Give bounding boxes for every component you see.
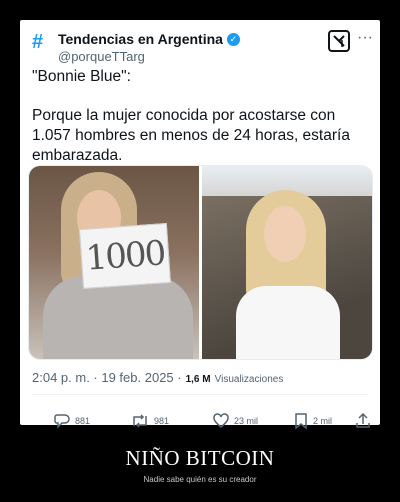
grok-icon[interactable] bbox=[328, 30, 350, 52]
photo-shirt bbox=[236, 286, 340, 359]
share-button[interactable] bbox=[355, 412, 371, 430]
hashtag-icon[interactable]: # bbox=[32, 32, 50, 52]
tweet-meta: 2:04 p. m. · 19 feb. 2025 · 1,6 M Visual… bbox=[32, 370, 283, 385]
display-name-text[interactable]: Tendencias en Argentina bbox=[58, 31, 223, 47]
bookmark-icon bbox=[295, 413, 307, 430]
like-icon bbox=[213, 413, 229, 428]
reply-button[interactable]: 881 bbox=[53, 412, 90, 430]
views-label[interactable]: Visualizaciones bbox=[215, 374, 284, 385]
bookmark-count: 2 mil bbox=[313, 416, 333, 426]
tweet-text-line1: "Bonnie Blue": bbox=[32, 68, 131, 85]
photo-face bbox=[264, 206, 306, 262]
action-bar: 881 981 23 mil 2 mil bbox=[20, 412, 380, 432]
tweet-text-body: Porque la mujer conocida por acostarse c… bbox=[32, 107, 350, 164]
photo-right[interactable] bbox=[202, 166, 372, 359]
user-handle[interactable]: @porqueTTarg bbox=[58, 49, 145, 64]
tweet-media[interactable]: 1000 bbox=[28, 165, 373, 360]
tweet-card: # Tendencias en Argentina ✓ @porqueTTarg… bbox=[20, 20, 380, 430]
footer-title[interactable]: NIÑO BITCOIN bbox=[0, 446, 400, 471]
photo-left[interactable]: 1000 bbox=[29, 166, 199, 359]
grok-glyph bbox=[333, 35, 345, 47]
footer-subtitle: Nadie sabe quién es su creador bbox=[143, 475, 257, 484]
display-name[interactable]: Tendencias en Argentina ✓ bbox=[58, 31, 240, 47]
verified-badge-icon: ✓ bbox=[226, 32, 240, 46]
like-count: 23 mil bbox=[234, 416, 259, 426]
reply-count: 881 bbox=[75, 416, 91, 426]
timestamp[interactable]: 2:04 p. m. · 19 feb. 2025 · bbox=[32, 370, 182, 385]
more-icon[interactable]: ··· bbox=[357, 30, 373, 46]
retweet-button[interactable]: 981 bbox=[130, 412, 169, 430]
divider bbox=[32, 394, 368, 395]
views-count: 1,6 M bbox=[185, 374, 211, 385]
share-icon bbox=[356, 412, 370, 428]
bookmark-button[interactable]: 2 mil bbox=[293, 412, 332, 430]
like-button[interactable]: 23 mil bbox=[212, 412, 258, 430]
retweet-count: 981 bbox=[154, 416, 170, 426]
reply-icon bbox=[54, 414, 70, 429]
held-sign: 1000 bbox=[79, 223, 171, 289]
retweet-icon bbox=[133, 414, 147, 428]
photo-robe bbox=[43, 276, 193, 359]
